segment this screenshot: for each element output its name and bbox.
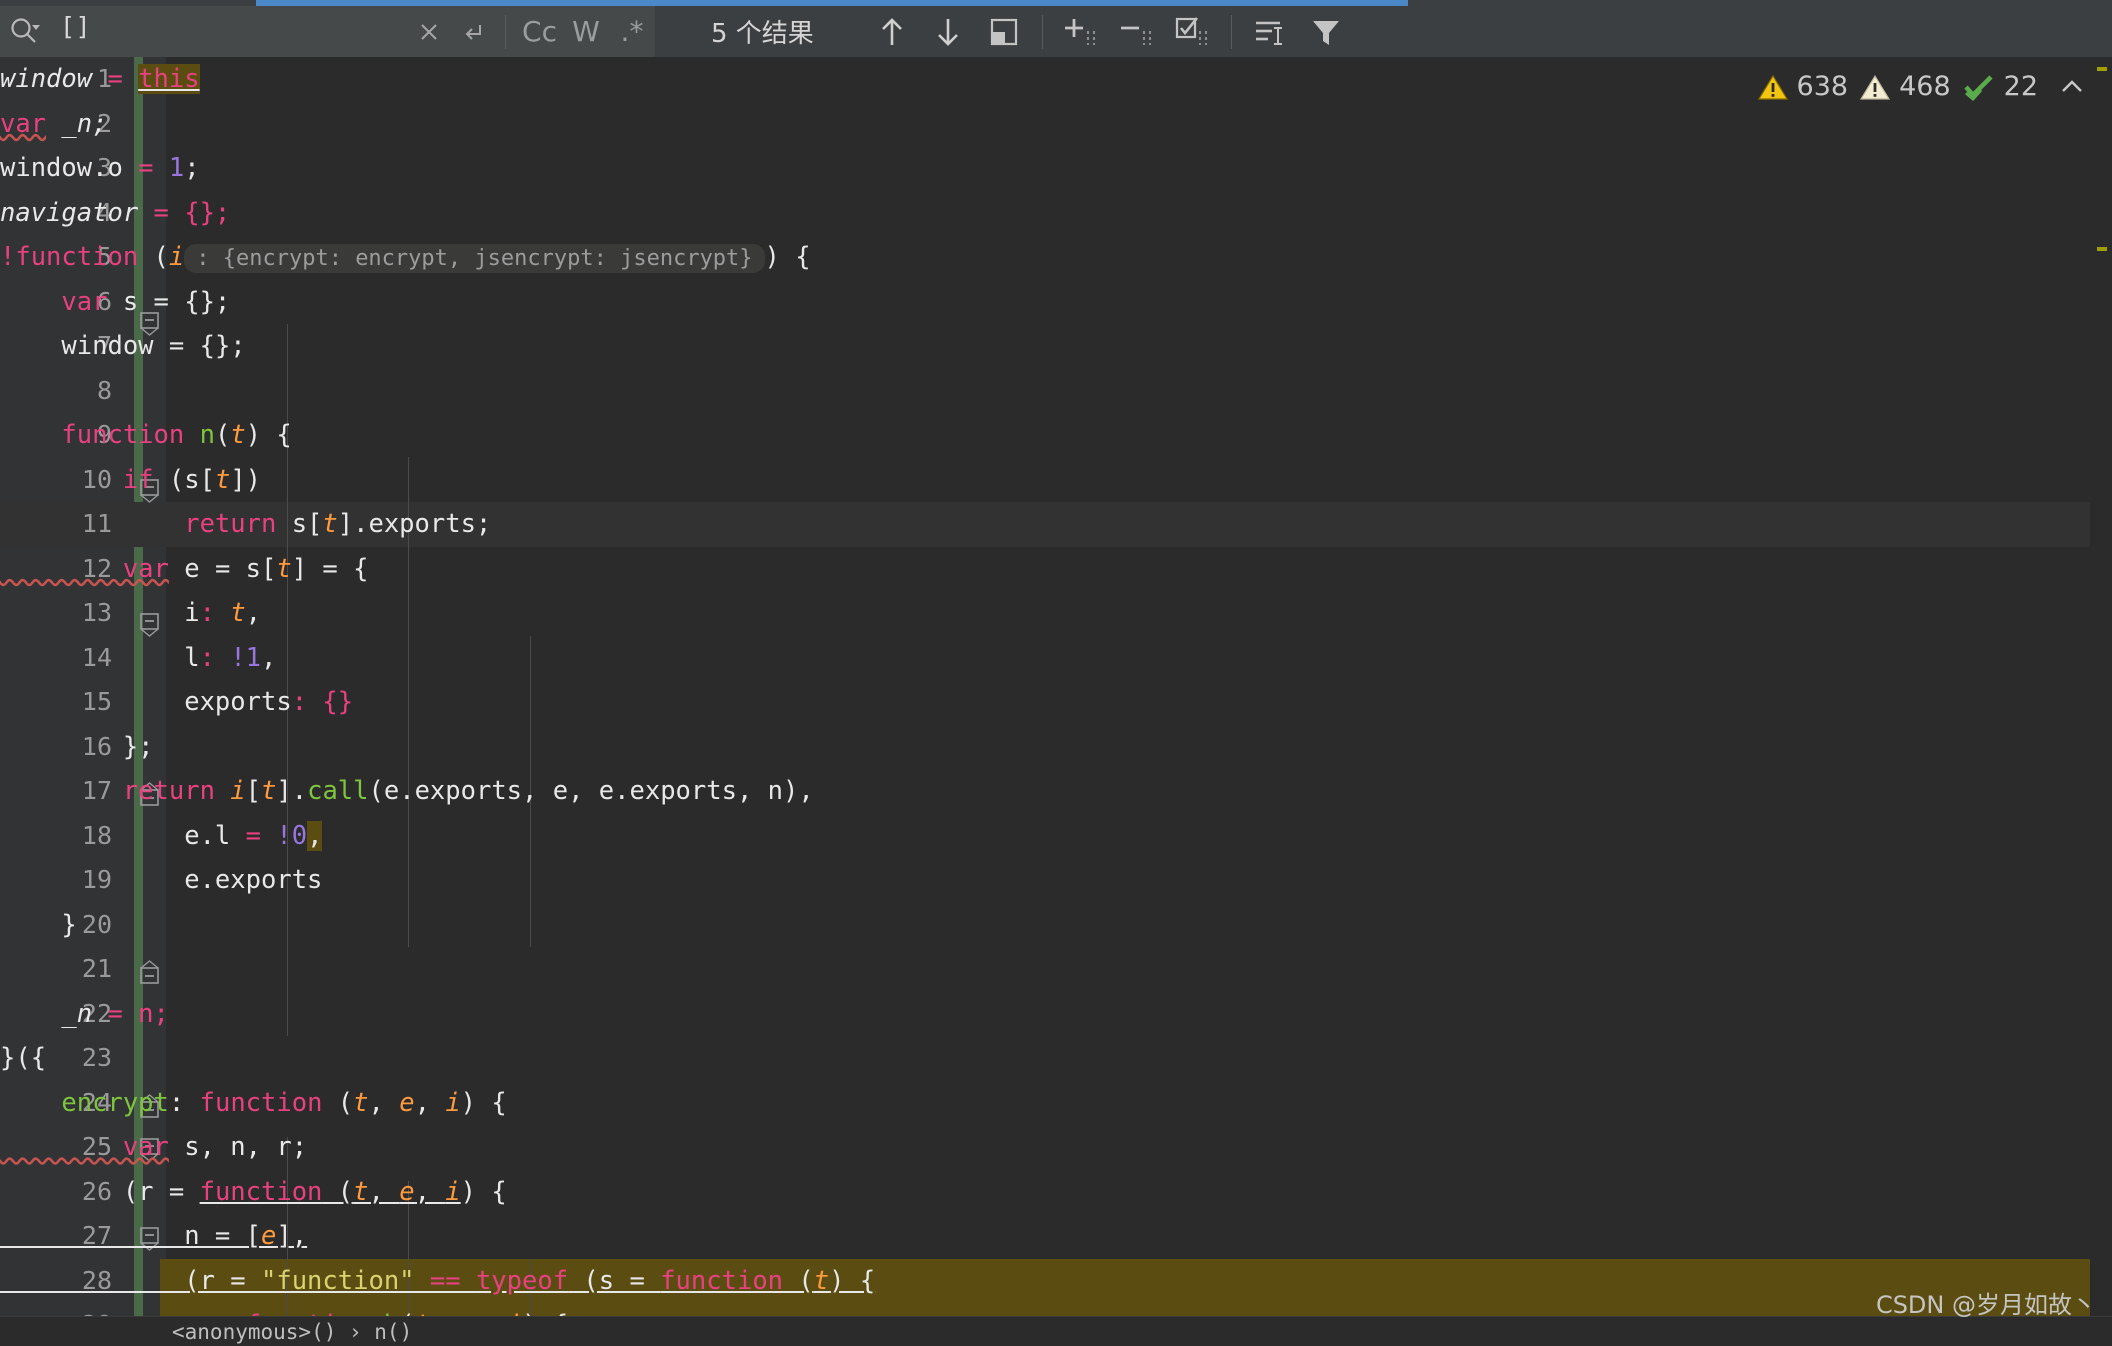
search-match: function: [199, 1176, 323, 1207]
code-content[interactable]: window = this var _n; window.o = 1; navi…: [0, 57, 2112, 1346]
search-match: this: [138, 64, 200, 94]
toolbar-separator-1: [505, 14, 507, 49]
find-toolbar: [] Cc W .* 5 个结果: [0, 6, 2112, 57]
find-input-wrapper[interactable]: [] Cc W .*: [0, 6, 655, 57]
code-line: var _n;: [0, 108, 108, 139]
words-toggle[interactable]: W: [563, 10, 609, 54]
code-line: }: [0, 909, 77, 940]
match-case-toggle[interactable]: Cc: [516, 10, 563, 54]
code-line: navigator = {};: [0, 197, 231, 228]
inlay-type-hint[interactable]: : {encrypt: encrypt, jsencrypt: jsencryp…: [184, 244, 765, 273]
find-next-button[interactable]: [920, 6, 976, 57]
code-line: function n(t) {: [0, 420, 292, 450]
code-line: !function (i: {encrypt: encrypt, jsencry…: [0, 242, 811, 273]
collapse-status-icon[interactable]: [2058, 74, 2086, 100]
stripe-tick[interactable]: [2097, 67, 2107, 71]
code-line: (r = "function" == typeof (s = function …: [0, 1265, 876, 1296]
error-stripe-scrollbar[interactable]: [2090, 57, 2112, 1346]
code-line: var s = {};: [0, 286, 231, 317]
code-line: i: t,: [0, 598, 262, 628]
find-previous-button[interactable]: [864, 6, 920, 57]
toolbar-separator-2: [1041, 14, 1043, 49]
filter-icon[interactable]: [1298, 6, 1354, 57]
breadcrumb[interactable]: <anonymous>() › n(): [0, 1316, 2112, 1346]
code-line: exports: {}: [0, 687, 354, 717]
code-line: window = {};: [0, 331, 246, 361]
code-line: return i[t].call(e.exports, e, e.exports…: [0, 776, 814, 806]
inspection-status-widget[interactable]: 638 468 22: [1757, 71, 2086, 102]
stripe-tick[interactable]: [2097, 247, 2107, 251]
code-editor[interactable]: 1 2 3 4 5 6 7 8 9 10 11 12 13 14 15 16 17 18 19 20 21 22 23 24 2…: [0, 57, 2112, 1346]
code-line: return s[t].exports;: [0, 509, 492, 539]
code-line: n = [e],: [0, 1221, 308, 1251]
regex-toggle[interactable]: .*: [609, 10, 655, 54]
multiline-icon[interactable]: [1242, 6, 1298, 57]
remove-occurrence-icon[interactable]: [1109, 6, 1165, 57]
code-line: (r = function (t, e, i) {: [0, 1176, 507, 1207]
code-line: }({: [0, 1043, 47, 1073]
code-line: if (s[t]): [0, 464, 262, 495]
search-history-icon[interactable]: [451, 10, 495, 54]
select-in-editor-icon[interactable]: [976, 6, 1032, 57]
ok-count: 22: [2003, 71, 2038, 102]
result-count-label: 5 个结果: [711, 19, 814, 49]
code-line: var e = s[t] = {: [0, 553, 369, 584]
code-line: e.l = !0,: [0, 820, 323, 851]
code-line: var s, n, r;: [0, 1132, 308, 1162]
weak-warning-triangle-icon: [1860, 74, 1891, 100]
clear-search-button[interactable]: [407, 10, 451, 54]
code-line: window.o = 1;: [0, 153, 200, 183]
select-all-occurrences-icon[interactable]: [1165, 6, 1221, 57]
weak-warning-count: 468: [1899, 71, 1951, 102]
warning-triangle-icon: [1757, 74, 1788, 100]
code-line: encrypt: function (t, e, i) {: [0, 1087, 507, 1118]
code-line: e.exports: [0, 865, 323, 895]
code-line: l: !1,: [0, 642, 277, 673]
warning-count-group[interactable]: 638: [1757, 71, 1849, 102]
code-line: _n = n;: [0, 998, 169, 1029]
check-mark-icon: [1963, 74, 1993, 101]
add-occurrence-icon[interactable]: [1053, 6, 1109, 57]
search-icon[interactable]: [8, 15, 42, 49]
watermark: CSDN @岁月如故丶: [1875, 1291, 2096, 1319]
ok-count-group[interactable]: 22: [1963, 71, 2038, 102]
code-line: };: [0, 731, 154, 762]
toolbar-separator-3: [1230, 14, 1232, 49]
search-match: ,: [307, 820, 323, 851]
warning-count: 638: [1796, 71, 1849, 102]
search-input[interactable]: []: [42, 12, 407, 52]
weak-warning-count-group[interactable]: 468: [1860, 71, 1951, 102]
